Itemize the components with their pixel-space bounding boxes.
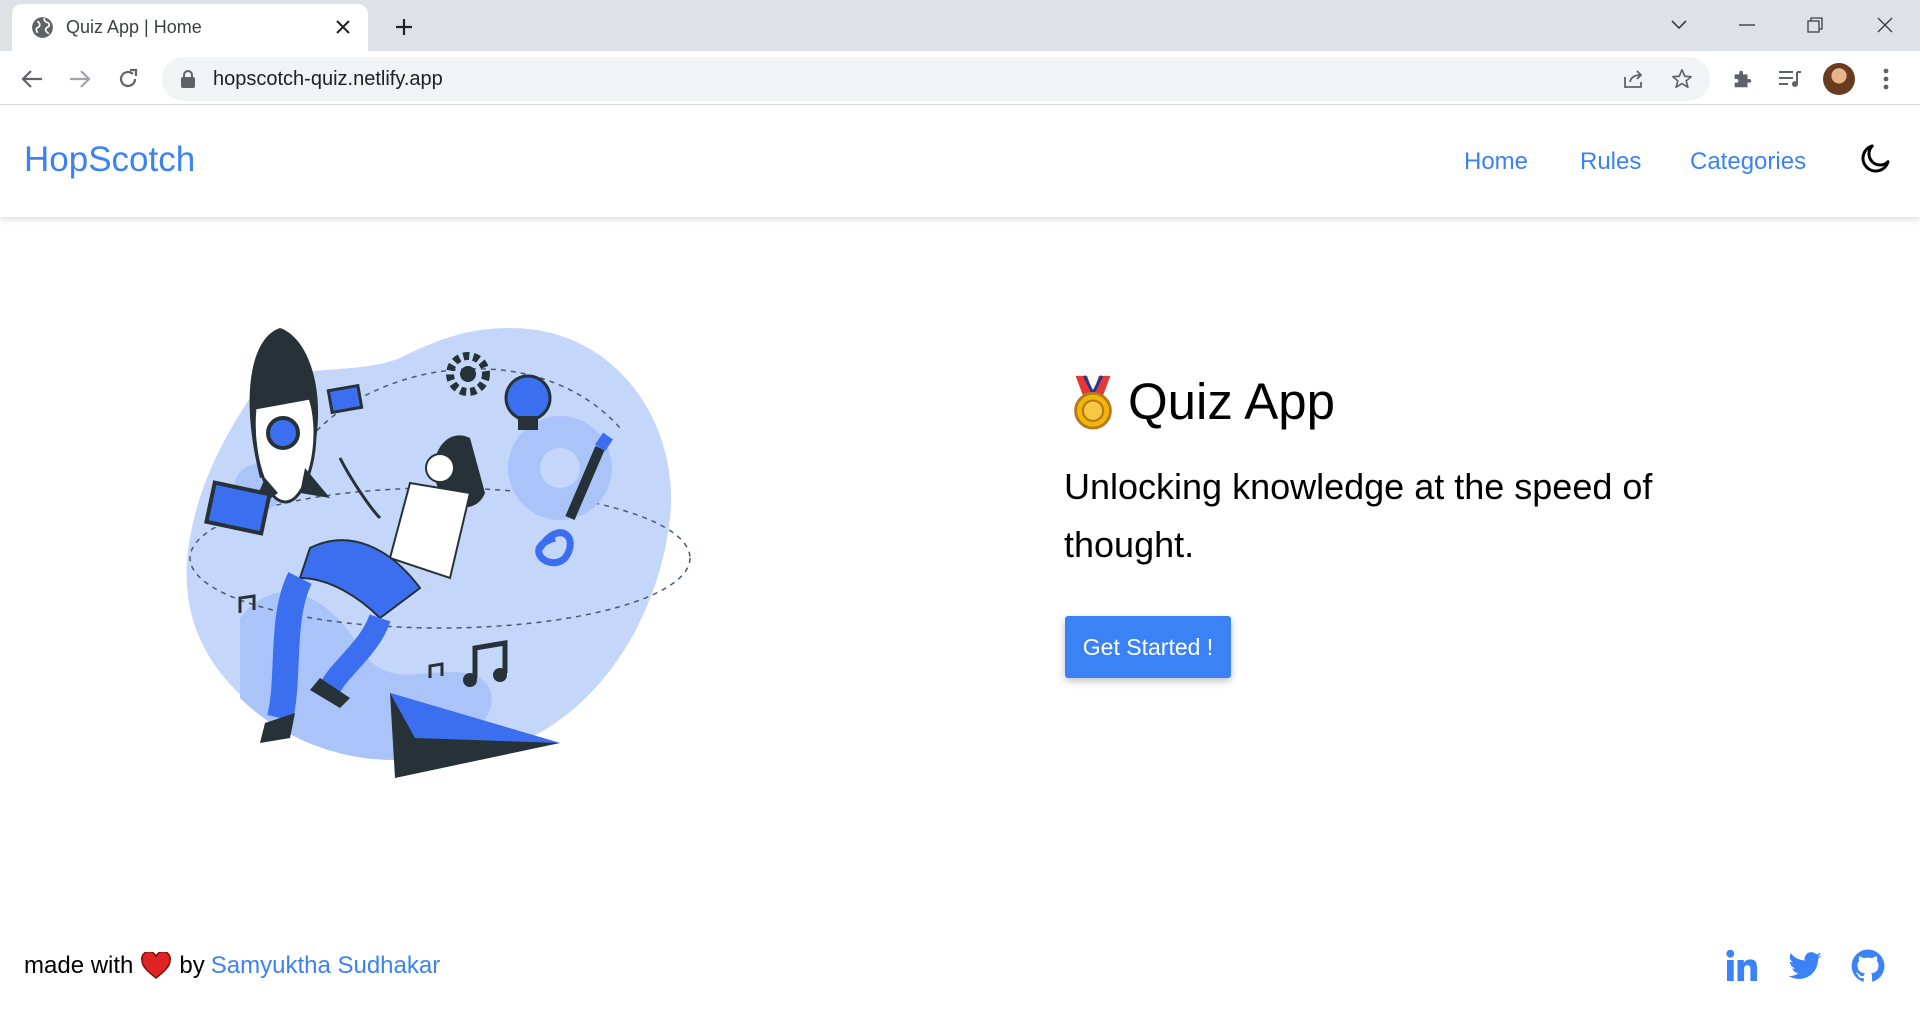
footer-credit: made with by Samyuktha Sudhakar bbox=[24, 952, 440, 980]
author-link[interactable]: Samyuktha Sudhakar bbox=[211, 952, 440, 980]
moon-icon[interactable] bbox=[1858, 140, 1894, 176]
heart-icon bbox=[141, 952, 172, 979]
tab-title: Quiz App | Home bbox=[66, 17, 202, 37]
new-tab-icon[interactable] bbox=[388, 11, 420, 43]
back-arrow-icon[interactable] bbox=[14, 61, 50, 97]
twitter-icon[interactable] bbox=[1787, 948, 1823, 984]
browser-tab[interactable]: Quiz App | Home bbox=[12, 4, 368, 51]
restore-icon[interactable] bbox=[1795, 8, 1835, 42]
github-icon[interactable] bbox=[1850, 948, 1886, 984]
forward-arrow-icon[interactable] bbox=[62, 61, 98, 97]
reload-icon[interactable] bbox=[110, 61, 146, 97]
linkedin-icon[interactable] bbox=[1724, 948, 1760, 984]
address-bar[interactable]: hopscotch-quiz.netlify.app bbox=[162, 57, 1710, 101]
hero-title: Quiz App bbox=[1064, 372, 1335, 431]
close-tab-icon[interactable] bbox=[330, 14, 356, 40]
url-text: hopscotch-quiz.netlify.app bbox=[213, 68, 443, 90]
footer-made-with: made with bbox=[24, 952, 134, 979]
kebab-menu-icon[interactable] bbox=[1868, 61, 1904, 97]
hero-illustration bbox=[186, 328, 691, 778]
tab-search-icon[interactable] bbox=[1659, 8, 1699, 42]
medal-icon bbox=[1074, 374, 1112, 430]
hero-subtitle: Unlocking knowledge at the speed of thou… bbox=[1064, 466, 1653, 565]
nav-link-categories[interactable]: Categories bbox=[1690, 148, 1806, 176]
share-icon[interactable] bbox=[1618, 63, 1650, 95]
lock-icon bbox=[181, 70, 195, 88]
media-queue-icon[interactable] bbox=[1772, 61, 1808, 97]
footer-by: by bbox=[179, 952, 205, 979]
app-navbar: HopScotch Home Rules Categories bbox=[0, 106, 1920, 217]
browser-tab-strip: Quiz App | Home bbox=[0, 0, 1920, 51]
minimize-icon[interactable] bbox=[1727, 8, 1767, 42]
nav-link-home[interactable]: Home bbox=[1464, 148, 1528, 176]
get-started-button[interactable]: Get Started ! bbox=[1065, 616, 1231, 678]
profile-avatar[interactable] bbox=[1823, 63, 1855, 95]
brand-logo[interactable]: HopScotch bbox=[24, 140, 195, 180]
browser-toolbar: hopscotch-quiz.netlify.app bbox=[0, 51, 1920, 105]
nav-link-rules[interactable]: Rules bbox=[1580, 148, 1641, 176]
close-window-icon[interactable] bbox=[1865, 8, 1905, 42]
hero-title-text: Quiz App bbox=[1128, 373, 1335, 430]
bookmark-star-icon[interactable] bbox=[1666, 63, 1698, 95]
extensions-puzzle-icon[interactable] bbox=[1724, 61, 1760, 97]
globe-icon bbox=[32, 17, 53, 38]
